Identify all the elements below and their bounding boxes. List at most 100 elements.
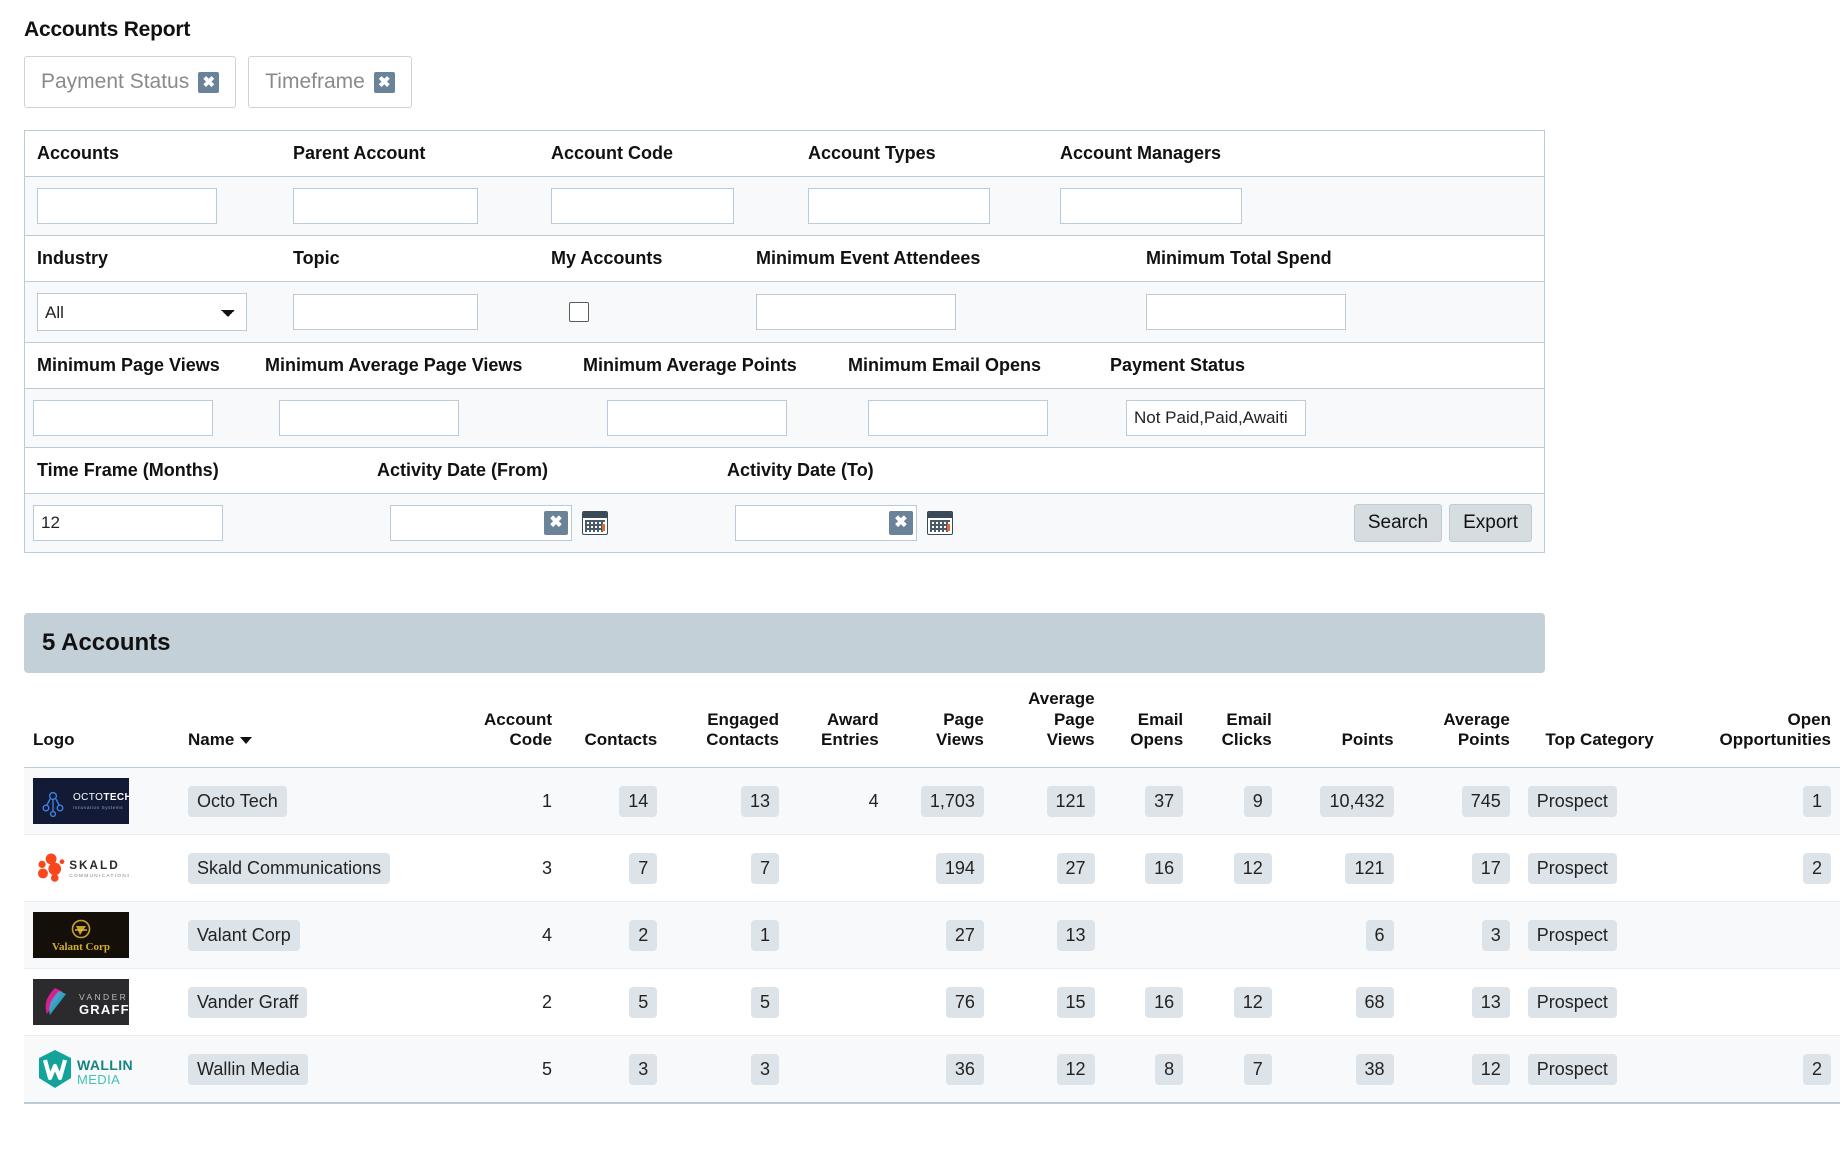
cell-email-opens: 37 (1104, 768, 1193, 835)
col-open-opportunities[interactable]: Open Opportunities (1662, 679, 1840, 769)
time-frame-months-input[interactable] (33, 505, 223, 541)
page-title: Accounts Report (24, 18, 191, 41)
table-row[interactable]: SKALD COMMUNICATIONS Skald Communication… (24, 834, 1840, 902)
col-award-entries[interactable]: Award Entries (788, 679, 888, 769)
svg-text:SKALD: SKALD (69, 859, 120, 872)
cell-email-clicks: 12 (1192, 969, 1281, 1036)
cell-top-category: Prospect (1519, 969, 1663, 1036)
octo-tech-logo: OCTOTECH Innovation Systems (33, 778, 129, 825)
results-count-label: 5 Accounts (42, 629, 171, 656)
minimum-average-points-input[interactable] (607, 400, 787, 436)
col-email-opens[interactable]: Email Opens (1103, 679, 1193, 769)
cell-average-page-views: 12 (993, 1036, 1104, 1104)
col-page-views[interactable]: Page Views (887, 679, 993, 769)
calendar-icon[interactable] (927, 511, 953, 535)
cell-name[interactable]: Octo Tech (179, 768, 456, 835)
wallin-media-logo: WALLIN MEDIA (33, 1046, 151, 1092)
accounts-report-page: Accounts Report Payment Status ✖ Timefra… (0, 0, 1840, 1104)
export-button[interactable]: Export (1449, 504, 1532, 542)
cell-page-views: 76 (888, 969, 993, 1036)
cell-name[interactable]: Wallin Media (179, 1036, 456, 1104)
cell-email-opens (1104, 902, 1193, 969)
minimum-average-page-views-input[interactable] (279, 400, 459, 436)
label-payment-status: Payment Status (1110, 355, 1246, 375)
cell-account-code: 2 (542, 991, 553, 1012)
svg-text:COMMUNICATIONS: COMMUNICATIONS (69, 873, 129, 878)
filter-input-row-1 (25, 177, 1544, 236)
industry-select[interactable]: All (37, 293, 247, 331)
col-average-points[interactable]: Average Points (1402, 679, 1519, 769)
parent-account-input[interactable] (293, 188, 478, 224)
payment-status-input[interactable] (1126, 400, 1306, 436)
cell-account-code: 5 (542, 1058, 553, 1079)
cell-logo: VANDER GRAFF (24, 969, 179, 1036)
cell-average-page-views: 15 (993, 969, 1104, 1036)
my-accounts-checkbox[interactable] (569, 302, 589, 322)
table-row[interactable]: OCTOTECH Innovation Systems Octo Tech 1 … (24, 767, 1840, 835)
cell-top-category: Prospect (1519, 768, 1663, 835)
cell-email-clicks: 7 (1192, 1036, 1281, 1104)
accounts-input[interactable] (37, 188, 217, 224)
label-account-types: Account Types (808, 143, 936, 163)
cell-points: 68 (1281, 969, 1403, 1036)
col-account-code[interactable]: Account Code (455, 679, 562, 769)
cell-points: 121 (1281, 835, 1403, 902)
minimum-page-views-input[interactable] (33, 400, 213, 436)
cell-contacts: 7 (561, 835, 666, 902)
cell-average-points: 12 (1403, 1036, 1519, 1104)
clear-icon[interactable]: ✖ (889, 511, 913, 535)
search-button[interactable]: Search (1353, 504, 1443, 542)
col-email-clicks[interactable]: Email Clicks (1192, 679, 1281, 769)
minimum-email-opens-input[interactable] (868, 400, 1048, 436)
account-managers-input[interactable] (1060, 188, 1242, 224)
label-industry: Industry (37, 248, 109, 268)
filter-label-row-2: Industry Topic My Accounts Minimum Event… (25, 236, 1544, 282)
cell-award-entries (788, 1036, 888, 1104)
label-minimum-event-attendees: Minimum Event Attendees (756, 248, 981, 268)
minimum-event-attendees-input[interactable] (756, 294, 956, 330)
close-icon[interactable]: ✖ (373, 71, 395, 93)
calendar-icon[interactable] (582, 511, 608, 535)
filter-label-row-1: Accounts Parent Account Account Code Acc… (25, 131, 1544, 177)
account-code-input[interactable] (551, 188, 734, 224)
label-accounts: Accounts (37, 143, 120, 163)
cell-open-opportunities: 2 (1663, 835, 1840, 902)
table-row[interactable]: WALLIN MEDIA Wallin Media 5 3 3 36 12 8 … (24, 1035, 1840, 1104)
table-row[interactable]: Valant Corp Valant Corp 4 2 1 27 13 6 3 … (24, 901, 1840, 969)
filter-input-row-4: ✖ ✖ Search Export (25, 494, 1544, 552)
cell-page-views: 27 (888, 902, 993, 969)
label-activity-date-to: Activity Date (To) (727, 460, 874, 480)
account-types-input[interactable] (808, 188, 990, 224)
col-top-category[interactable]: Top Category (1518, 679, 1663, 769)
cell-name[interactable]: Valant Corp (179, 902, 456, 969)
cell-email-clicks (1192, 902, 1281, 969)
close-icon[interactable]: ✖ (198, 71, 220, 93)
cell-top-category: Prospect (1519, 902, 1663, 969)
svg-text:OCTOTECH: OCTOTECH (73, 792, 129, 803)
cell-logo: OCTOTECH Innovation Systems (24, 768, 179, 835)
col-contacts[interactable]: Contacts (561, 679, 667, 769)
cell-top-category: Prospect (1519, 835, 1663, 902)
cell-logo: SKALD COMMUNICATIONS (24, 835, 179, 902)
cell-name[interactable]: Vander Graff (179, 969, 456, 1036)
cell-average-points: 17 (1403, 835, 1519, 902)
cell-name[interactable]: Skald Communications (179, 835, 456, 902)
cell-average-page-views: 27 (993, 835, 1104, 902)
label-my-accounts: My Accounts (551, 248, 663, 268)
label-minimum-email-opens: Minimum Email Opens (848, 355, 1042, 375)
col-points[interactable]: Points (1280, 679, 1403, 769)
col-name[interactable]: Name (179, 679, 456, 769)
table-row[interactable]: VANDER GRAFF Vander Graff 2 5 5 76 15 16… (24, 968, 1840, 1036)
clear-icon[interactable]: ✖ (544, 511, 568, 535)
topic-input[interactable] (293, 294, 478, 330)
cell-open-opportunities: 1 (1663, 768, 1840, 835)
cell-award-entries (788, 902, 888, 969)
chip-payment-status[interactable]: Payment Status ✖ (24, 56, 237, 108)
minimum-total-spend-input[interactable] (1146, 294, 1346, 330)
cell-page-views: 194 (888, 835, 993, 902)
active-filter-chips: Payment Status ✖ Timeframe ✖ (24, 56, 1840, 108)
col-engaged-contacts[interactable]: Engaged Contacts (666, 679, 789, 769)
chip-timeframe[interactable]: Timeframe ✖ (248, 56, 412, 108)
cell-engaged-contacts: 5 (666, 969, 788, 1036)
col-average-page-views[interactable]: Average Page Views (992, 679, 1104, 769)
